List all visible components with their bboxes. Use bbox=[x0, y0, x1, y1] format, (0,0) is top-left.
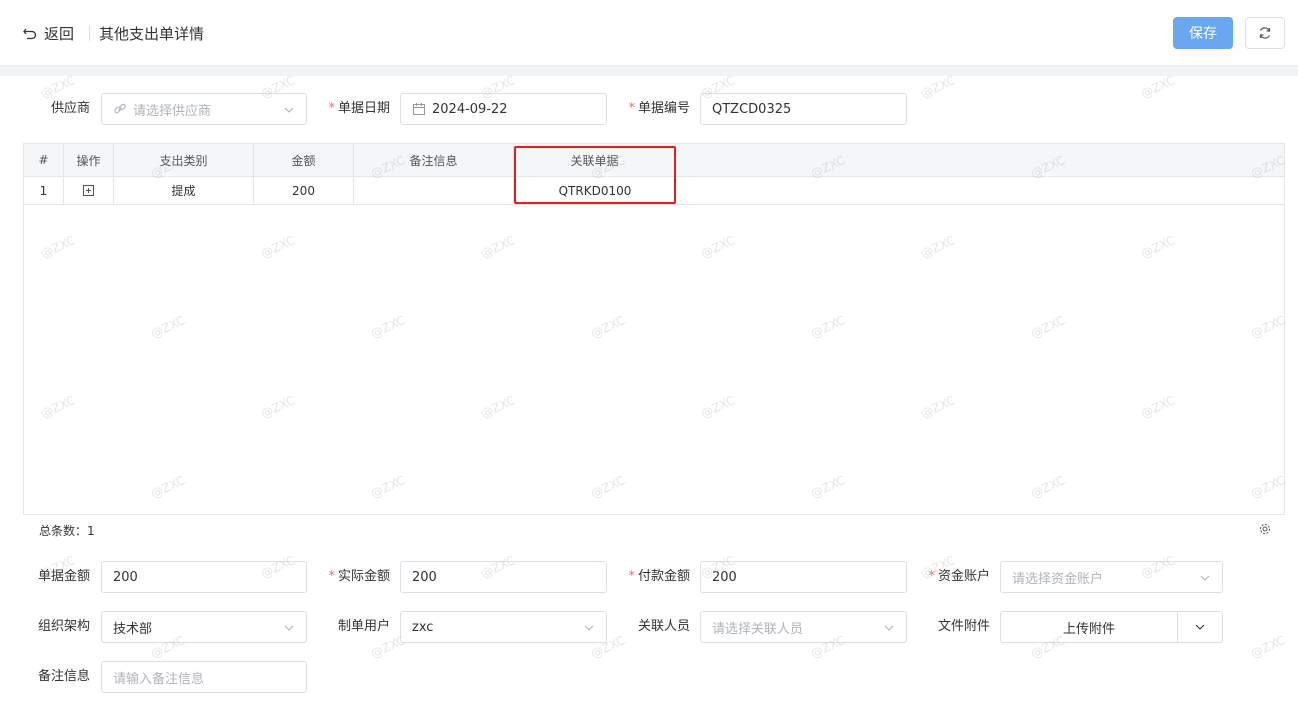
code-value: QTZCD0325 bbox=[712, 101, 792, 117]
plus-square-icon bbox=[83, 185, 94, 196]
supplier-select[interactable]: 请选择供应商 bbox=[101, 93, 307, 125]
creator-select[interactable]: zxc bbox=[400, 611, 607, 643]
remark-placeholder: 请输入备注信息 bbox=[113, 671, 205, 687]
pay-amount-label: * 付款金额 bbox=[628, 569, 690, 584]
chevron-down-icon bbox=[1195, 624, 1205, 630]
page-title: 其他支出单详情 bbox=[99, 25, 205, 43]
page-header: 返回 其他支出单详情 保存 bbox=[0, 0, 1298, 66]
col-amount: 金额 bbox=[254, 144, 354, 176]
doc-amount-input[interactable]: 200 bbox=[101, 561, 307, 593]
actual-amount-label: * 实际金额 bbox=[328, 569, 390, 584]
creator-value: zxc bbox=[412, 619, 434, 635]
col-index: # bbox=[24, 144, 64, 176]
doc-amount-label: 单据金额 bbox=[37, 569, 90, 584]
chevron-down-icon bbox=[284, 625, 294, 631]
chevron-down-icon bbox=[884, 625, 894, 631]
supplier-placeholder: 请选择供应商 bbox=[133, 103, 212, 119]
upload-dropdown-button[interactable] bbox=[1177, 611, 1223, 643]
account-select[interactable]: 请选择资金账户 bbox=[1000, 561, 1223, 593]
related-person-label: 关联人员 bbox=[637, 619, 690, 634]
row-amount: 200 bbox=[254, 177, 354, 204]
creator-label: 制单用户 bbox=[337, 619, 390, 634]
pay-amount-value: 200 bbox=[712, 569, 737, 585]
upload-label: 上传附件 bbox=[1062, 621, 1115, 637]
refresh-icon bbox=[1259, 27, 1271, 39]
back-label: 返回 bbox=[44, 25, 75, 43]
account-placeholder: 请选择资金账户 bbox=[1012, 571, 1104, 587]
divider bbox=[89, 25, 90, 41]
back-button[interactable]: 返回 bbox=[22, 23, 74, 44]
table-footer: 总条数：1 bbox=[23, 514, 1285, 543]
highlight-box bbox=[514, 146, 676, 204]
total-count: 总条数：1 bbox=[39, 524, 95, 538]
remark-input[interactable]: 请输入备注信息 bbox=[101, 661, 307, 693]
row-index: 1 bbox=[24, 177, 64, 204]
org-value: 技术部 bbox=[113, 621, 153, 637]
col-remark: 备注信息 bbox=[354, 144, 514, 176]
chevron-down-icon bbox=[1200, 575, 1210, 581]
attach-label: 文件附件 bbox=[937, 619, 990, 634]
date-value: 2024-09-22 bbox=[432, 101, 508, 117]
chevron-down-icon bbox=[584, 625, 594, 631]
upload-button[interactable]: 上传附件 bbox=[1000, 611, 1178, 643]
actual-amount-input[interactable]: 200 bbox=[400, 561, 607, 593]
detail-table: # 操作 支出类别 金额 备注信息 关联单据 1 提成 200 QTRKD010… bbox=[23, 143, 1285, 543]
chevron-down-icon bbox=[284, 107, 294, 113]
save-button[interactable]: 保存 bbox=[1173, 17, 1233, 49]
org-label: 组织架构 bbox=[37, 619, 90, 634]
main-panel: 供应商 请选择供应商 * 单据日期 2024-09-22 * 单据编号 QTZCD0… bbox=[0, 76, 1298, 718]
refresh-button[interactable] bbox=[1245, 17, 1285, 49]
expand-button[interactable] bbox=[64, 177, 114, 204]
remark-label: 备注信息 bbox=[37, 669, 90, 684]
pay-amount-input[interactable]: 200 bbox=[700, 561, 907, 593]
undo-icon bbox=[23, 28, 37, 39]
related-person-placeholder: 请选择关联人员 bbox=[712, 621, 804, 637]
org-select[interactable]: 技术部 bbox=[101, 611, 307, 643]
date-picker[interactable]: 2024-09-22 bbox=[400, 93, 607, 125]
link-icon bbox=[114, 103, 126, 114]
code-label: * 单据编号 bbox=[628, 101, 690, 116]
calendar-icon bbox=[413, 103, 425, 115]
code-input[interactable]: QTZCD0325 bbox=[700, 93, 907, 125]
related-person-select[interactable]: 请选择关联人员 bbox=[700, 611, 907, 643]
row-category: 提成 bbox=[114, 177, 254, 204]
date-label: * 单据日期 bbox=[328, 101, 390, 116]
account-label: * 资金账户 bbox=[928, 569, 990, 584]
gear-icon[interactable] bbox=[1259, 523, 1271, 535]
actual-amount-value: 200 bbox=[412, 569, 437, 585]
row-remark bbox=[354, 177, 514, 204]
doc-amount-value: 200 bbox=[113, 569, 138, 585]
supplier-label: 供应商 bbox=[50, 101, 90, 116]
col-action: 操作 bbox=[64, 144, 114, 176]
col-category: 支出类别 bbox=[114, 144, 254, 176]
